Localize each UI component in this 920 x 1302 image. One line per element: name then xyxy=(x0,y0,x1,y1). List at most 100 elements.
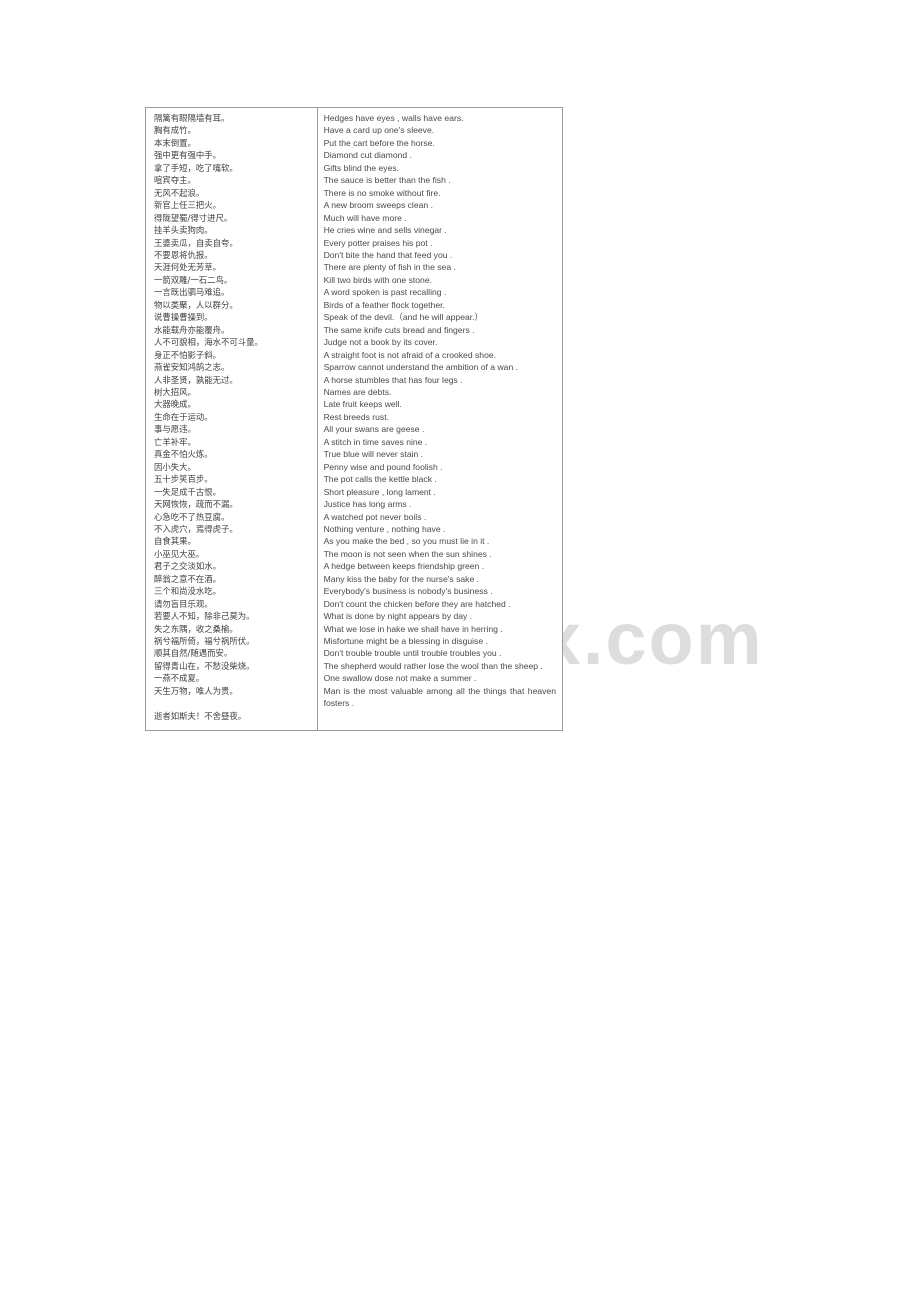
chinese-proverb-line: 三个和尚没水吃。 xyxy=(154,586,221,597)
chinese-proverb-line: 强中更有强中手。 xyxy=(154,150,221,161)
chinese-proverb-line: 因小失大。 xyxy=(154,461,196,472)
english-proverb-line: Kill two birds with one stone. xyxy=(323,274,432,285)
english-proverb-line: Many kiss the baby for the nurse's sake … xyxy=(323,573,480,584)
chinese-proverb-line: 天涯何处无芳草。 xyxy=(154,262,221,273)
english-proverb-line: Justice has long arms . xyxy=(323,499,412,510)
english-proverb-line: Sparrow cannot understand the ambition o… xyxy=(323,362,518,373)
english-proverb-line: Have a card up one's sleeve. xyxy=(323,125,435,136)
english-proverb-line: Names are debts. xyxy=(323,386,392,397)
english-proverb-line: Don't count the chicken before they are … xyxy=(323,598,511,609)
table-row: 隔篱有眼隔墙有耳。 胸有成竹。 本末倒置。 强中更有强中手。 拿了手短，吃了嘴软。 喧宾夺… xyxy=(145,106,564,732)
proverb-table: 隔篱有眼隔墙有耳。 胸有成竹。 本末倒置。 强中更有强中手。 拿了手短，吃了嘴软。 喧宾夺… xyxy=(145,106,564,732)
english-proverb-line: A word spoken is past recalling . xyxy=(323,287,447,298)
chinese-proverb-line: 生命在于运动。 xyxy=(154,411,213,422)
chinese-proverb-line: 顺其自然/随遇而安。 xyxy=(154,648,233,659)
chinese-proverb-line: 五十步笑百步。 xyxy=(154,474,213,485)
chinese-proverb-line: 自食其果。 xyxy=(154,536,196,547)
english-proverbs-cell: Hedges have eyes , walls have ears. Have … xyxy=(316,106,564,732)
chinese-proverb-line: 人非圣贤，孰能无过。 xyxy=(154,374,238,385)
chinese-proverb-line: 事与愿违。 xyxy=(154,424,196,435)
english-proverb-line: A watched pot never boils . xyxy=(323,511,427,522)
chinese-proverb-line: 胸有成竹。 xyxy=(154,125,196,136)
chinese-proverb-line: 水能载舟亦能覆舟。 xyxy=(154,324,230,335)
english-proverb-line: There are plenty of fish in the sea . xyxy=(323,262,456,273)
chinese-proverb-line: 一失足成千古恨。 xyxy=(154,486,221,497)
english-proverb-line: A straight foot is not afraid of a crook… xyxy=(323,349,497,360)
chinese-proverb-line: 天生万物，唯人为贵。 xyxy=(154,685,238,696)
english-proverb-line: The same knife cuts bread and fingers . xyxy=(323,324,475,335)
english-proverb-line: What we lose in hake we shall have in he… xyxy=(323,623,503,634)
english-proverb-line: Every potter praises his pot . xyxy=(323,237,433,248)
chinese-proverb-line: 得陇望蜀/得寸进尺。 xyxy=(154,212,233,223)
english-proverb-line: There is no smoke without fire. xyxy=(323,187,441,198)
english-proverb-line: Everybody's business is nobody's busines… xyxy=(323,586,493,597)
chinese-proverb-line: 醉翁之意不在酒。 xyxy=(154,573,221,584)
chinese-proverb-line: 大器晚成。 xyxy=(154,399,196,410)
english-proverb-line: Man is the most valuable among all the t… xyxy=(323,685,559,709)
english-proverb-line: A hedge between keeps friendship green . xyxy=(323,561,485,572)
document-page: 隔篱有眼隔墙有耳。 胸有成竹。 本末倒置。 强中更有强中手。 拿了手短，吃了嘴软。 喧宾夺… xyxy=(0,0,920,1302)
chinese-proverb-line: 失之东隅，收之桑榆。 xyxy=(154,623,238,634)
chinese-proverb-line: 燕雀安知鸿鹄之志。 xyxy=(154,362,230,373)
english-proverb-line: Short pleasure , long lament . xyxy=(323,486,436,497)
chinese-proverb-line: 挂羊头卖狗肉。 xyxy=(154,225,213,236)
chinese-proverb-line: 人不可貌相，海水不可斗量。 xyxy=(154,337,263,348)
english-proverb-line: Judge not a book by its cover. xyxy=(323,337,438,348)
english-proverb-line: Put the cart before the horse. xyxy=(323,137,435,148)
english-line-list: Hedges have eyes , walls have ears. Have … xyxy=(324,112,556,710)
chinese-line-list: 隔篱有眼隔墙有耳。 胸有成竹。 本末倒置。 强中更有强中手。 拿了手短，吃了嘴软。 喧宾夺… xyxy=(152,112,311,722)
chinese-proverb-line: 喧宾夺主。 xyxy=(154,175,196,186)
table-body: 隔篱有眼隔墙有耳。 胸有成竹。 本末倒置。 强中更有强中手。 拿了手短，吃了嘴软。 喧宾夺… xyxy=(145,106,564,732)
chinese-proverb-line: 王婆卖瓜，自卖自夸。 xyxy=(154,237,238,248)
english-proverb-line: Don't trouble trouble until trouble trou… xyxy=(323,648,502,659)
english-proverb-line: Penny wise and pound foolish . xyxy=(323,461,443,472)
english-proverb-line: One swallow dose not make a summer . xyxy=(323,673,477,684)
english-proverb-line: A new broom sweeps clean . xyxy=(323,200,433,211)
english-proverb-line: A stitch in time saves nine . xyxy=(323,436,428,447)
chinese-proverb-line: 说曹操曹操到。 xyxy=(154,312,213,323)
chinese-proverbs-cell: 隔篱有眼隔墙有耳。 胸有成竹。 本末倒置。 强中更有强中手。 拿了手短，吃了嘴软。 喧宾夺… xyxy=(145,106,318,732)
english-proverb-line: Hedges have eyes , walls have ears. xyxy=(323,113,464,123)
english-proverb-line: Gifts blind the eyes. xyxy=(323,162,400,173)
english-proverb-line: Much will have more . xyxy=(323,212,407,223)
chinese-proverb-line: 无风不起浪。 xyxy=(154,187,205,198)
english-proverb-line: Nothing venture , nothing have . xyxy=(323,523,446,534)
english-proverb-line: What is done by night appears by day . xyxy=(323,611,473,622)
chinese-proverb-line: 请勿盲目乐观。 xyxy=(154,598,213,609)
chinese-proverb-line: 若要人不知，除非己莫为。 xyxy=(154,611,255,622)
english-proverb-line: Speak of the devil.（and he will appear.） xyxy=(323,312,484,323)
chinese-proverb-line: 君子之交淡如水。 xyxy=(154,561,221,572)
english-proverb-line: True blue will never stain . xyxy=(323,449,424,460)
chinese-proverb-line: 一箭双雕/一石二鸟。 xyxy=(154,274,233,285)
chinese-proverb-line: 物以类聚，人以群分。 xyxy=(154,299,238,310)
chinese-proverb-line: 天网恢恢，疏而不漏。 xyxy=(154,499,238,510)
english-proverb-line: He cries wine and sells vinegar . xyxy=(323,225,447,236)
chinese-proverb-line: 真金不怕火炼。 xyxy=(154,449,213,460)
english-proverb-line: The shepherd would rather lose the wool … xyxy=(323,660,543,671)
english-proverb-line: As you make the bed , so you must lie in… xyxy=(323,536,490,547)
chinese-proverb-line: 不要恩将仇报。 xyxy=(154,249,213,260)
chinese-proverb-line: 逝者如斯夫！不舍昼夜。 xyxy=(154,710,247,721)
chinese-proverb-line: 一燕不成夏。 xyxy=(154,673,205,684)
chinese-proverb-line: 拿了手短，吃了嘴软。 xyxy=(154,162,238,173)
chinese-proverb-line: 本末倒置。 xyxy=(154,137,196,148)
english-proverb-line: The sauce is better than the fish . xyxy=(323,175,451,186)
english-proverb-line: The pot calls the kettle black . xyxy=(323,474,437,485)
chinese-proverb-line: 不入虎穴，焉得虎子。 xyxy=(154,523,238,534)
chinese-proverb-line: 亡羊补牢。 xyxy=(154,436,196,447)
english-proverb-line: A horse stumbles that has four legs . xyxy=(323,374,463,385)
chinese-proverb-line: 小巫见大巫。 xyxy=(154,548,205,559)
english-proverb-line: Late fruit keeps well. xyxy=(323,399,402,410)
english-proverb-line: Misfortune might be a blessing in disgui… xyxy=(323,636,488,647)
chinese-proverb-line xyxy=(152,697,311,709)
chinese-proverb-line: 留得青山在，不愁没柴烧。 xyxy=(154,660,255,671)
chinese-proverb-line: 一言既出驷马难追。 xyxy=(154,287,230,298)
chinese-proverb-line: 心急吃不了热豆腐。 xyxy=(154,511,230,522)
english-proverb-line: Don't bite the hand that feed you . xyxy=(323,249,453,260)
english-proverb-line: All your swans are geese . xyxy=(323,424,425,435)
chinese-proverb-line: 新官上任三把火。 xyxy=(154,200,221,211)
english-proverb-line: Birds of a feather flock together. xyxy=(323,299,445,310)
chinese-proverb-line: 树大招风。 xyxy=(154,386,196,397)
chinese-proverb-line: 祸兮福所倚，福兮祸所伏。 xyxy=(154,636,255,647)
english-proverb-line: The moon is not seen when the sun shines… xyxy=(323,548,492,559)
